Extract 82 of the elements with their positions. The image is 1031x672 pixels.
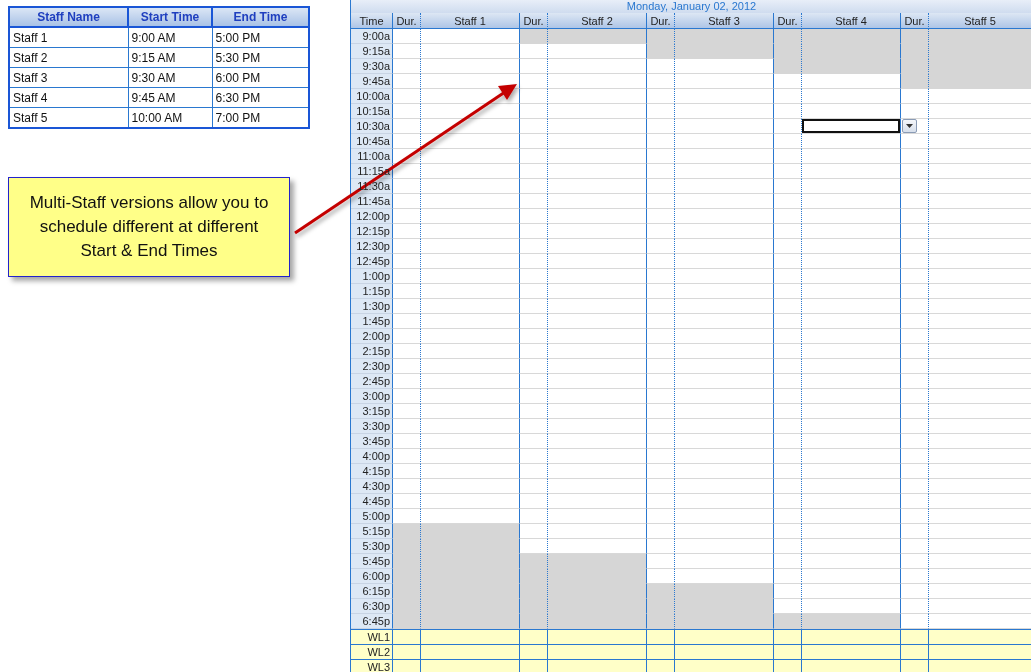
column-header: Staff 4 [802,13,901,29]
time-label: 2:15p [362,345,390,357]
table-cell: 9:30 AM [128,67,212,88]
waitlist-label: WL3 [351,659,393,672]
callout-note: Multi-Staff versions allow you to schedule different at different Start & End Times [8,177,290,277]
time-label: 5:45p [362,555,390,567]
table-cell: 9:45 AM [128,87,212,108]
waitlist-cell [901,629,929,644]
date-title: Monday, January 02, 2012 [351,0,1031,13]
time-label: 10:00a [356,90,390,102]
time-label: 11:45a [357,195,390,207]
time-label: 6:00p [362,570,390,582]
waitlist-cell [774,644,802,659]
waitlist-cell [393,629,421,644]
time-label: 9:45a [362,75,390,87]
waitlist-cell [647,644,675,659]
time-label: 4:15p [362,465,390,477]
time-label: 10:30a [356,120,390,132]
time-label: 1:45p [362,315,390,327]
waitlist-label: WL2 [351,644,393,659]
column-header: Staff 5 [929,13,1031,29]
waitlist-cell [393,659,421,672]
column-header: Staff 2 [548,13,647,29]
waitlist-cell [647,659,675,672]
time-label: 6:45p [362,615,390,627]
table-cell: Staff 3 [9,67,128,88]
waitlist-cell [774,629,802,644]
waitlist-cell [774,659,802,672]
time-label: 12:00p [356,210,390,222]
column-header: Dur. [520,13,548,29]
column-header: Dur. [774,13,802,29]
table-cell: Staff 4 [9,87,128,108]
time-label: 2:45p [362,375,390,387]
time-label: 4:45p [362,495,390,507]
waitlist-cell [901,644,929,659]
column-header: Staff 1 [421,13,520,29]
time-label: 4:00p [362,450,390,462]
time-label: 12:45p [356,255,390,267]
time-label: 9:00a [362,30,390,42]
column-header: Start Time [128,7,212,27]
time-label: 9:30a [362,60,390,72]
column-header: Dur. [901,13,929,29]
table-cell: Staff 1 [9,27,128,48]
waitlist-cell [520,644,548,659]
waitlist-label: WL1 [351,629,393,644]
time-label: 3:30p [362,420,390,432]
column-header: Staff Name [9,7,128,27]
time-label: 9:15a [362,45,390,57]
time-label: 2:00p [362,330,390,342]
time-label: 3:45p [362,435,390,447]
time-label: 1:00p [362,270,390,282]
time-label: 3:15p [362,405,390,417]
time-label: 6:15p [362,585,390,597]
column-header: Dur. [393,13,421,29]
column-header: Dur. [647,13,675,29]
time-label: 1:15p [362,285,390,297]
time-label: 6:30p [362,600,390,612]
time-label: 1:30p [362,300,390,312]
time-label: 5:30p [362,540,390,552]
waitlist-cell [393,644,421,659]
column-header: End Time [212,7,309,27]
time-label: 4:30p [362,480,390,492]
column-header: Staff 3 [675,13,774,29]
waitlist-cell [520,659,548,672]
time-label: 12:30p [356,240,390,252]
waitlist-cell [520,629,548,644]
time-label: 3:00p [362,390,390,402]
caret-icon [906,124,913,128]
waitlist-cell [647,629,675,644]
time-label: 5:15p [362,525,390,537]
time-label: 5:00p [362,510,390,522]
time-label: 10:45a [356,135,390,147]
table-cell: 9:15 AM [128,47,212,68]
time-label: 11:00a [357,150,390,162]
table-cell: 9:00 AM [128,27,212,48]
column-header: Time [351,13,393,29]
dropdown-button[interactable] [902,119,917,133]
table-cell: Staff 2 [9,47,128,68]
waitlist-cell [901,659,929,672]
time-label: 10:15a [356,105,390,117]
time-label: 12:15p [356,225,390,237]
time-label: 2:30p [362,360,390,372]
